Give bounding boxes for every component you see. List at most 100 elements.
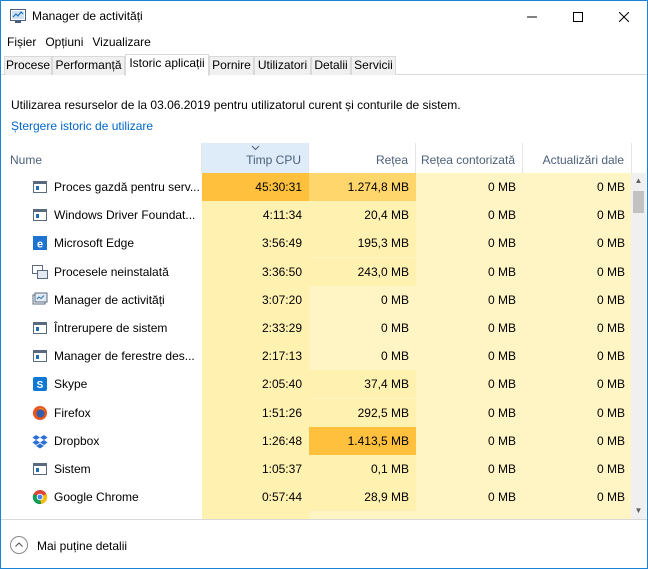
task-manager-icon <box>32 292 48 305</box>
window-manager-icon <box>33 350 47 363</box>
app-name: Firefox <box>54 405 91 420</box>
app-name-cell: Sistem <box>2 455 202 483</box>
table-row[interactable]: Manager de activități 3:07:20 0 MB 0 MB 0 MB <box>2 286 632 314</box>
app-name-cell: Windows Driver Foundat... <box>2 201 202 229</box>
network-cell: 292,5 MB <box>309 398 416 427</box>
sort-descending-icon <box>202 143 308 153</box>
system-interrupt-icon <box>33 322 47 334</box>
chevron-up-circle-icon[interactable] <box>10 536 28 554</box>
table-row[interactable]: Procesele neinstalată 3:36:50 243,0 MB 0 MB… <box>2 257 632 286</box>
metered-network-cell: 0 MB <box>487 377 516 392</box>
table-row[interactable]: e Microsoft Edge 3:56:49 195,3 MB 0 MB 0 MB <box>2 229 632 258</box>
skype-icon: S <box>33 377 47 392</box>
menu-bar: Fișier Opțiuni Vizualizare <box>1 32 647 52</box>
tab-app-history[interactable]: Istoric aplicații <box>125 54 209 76</box>
updates-cell: 0 MB <box>596 236 625 251</box>
metered-network-cell: 0 MB <box>487 433 516 448</box>
app-name: Google Chrome <box>54 490 139 505</box>
cpu-time-cell: 2:17:13 <box>261 349 302 364</box>
table-row[interactable]: Windows Driver Foundat... 4:11:34 20,4 MB 0… <box>2 201 632 230</box>
system-icon <box>33 463 47 475</box>
cpu-time-cell: 45:30:31 <box>202 173 309 201</box>
task-manager-window: Manager de activități Fișier Opțiuni Viz… <box>0 0 648 569</box>
metered-network-cell: 0 MB <box>487 264 516 279</box>
app-name-cell: Manager de ferestre des... <box>2 342 202 370</box>
minimize-icon <box>527 16 537 17</box>
app-name: Manager de ferestre des... <box>54 349 195 364</box>
cpu-time-cell: 1:26:48 <box>261 433 302 448</box>
cpu-time-cell: 4:11:34 <box>262 208 302 223</box>
app-name: Proces gazdă pentru serv... <box>54 180 200 194</box>
footer-bar: Mai puține detalii <box>1 519 647 568</box>
column-header-name[interactable]: Nume <box>2 143 202 173</box>
app-name: Skype <box>54 377 88 392</box>
maximize-button[interactable] <box>555 1 601 32</box>
column-header-network[interactable]: Rețea <box>309 143 416 173</box>
dropbox-icon <box>32 434 48 449</box>
cpu-time-cell: 2:05:40 <box>261 377 302 392</box>
updates-cell: 0 MB <box>596 405 625 420</box>
minimize-button[interactable] <box>509 1 555 32</box>
table-row[interactable]: Manager de ferestre des... 2:17:13 0 MB 0 M… <box>2 342 632 370</box>
app-name-cell: Google Chrome <box>2 483 202 511</box>
app-name: Întrerupere de sistem <box>54 321 168 335</box>
processes-icon <box>32 264 48 279</box>
network-cell: 0,1 MB <box>309 455 416 483</box>
table-row[interactable]: Google Chrome 0:57:44 28,9 MB 0 MB 0 MB <box>2 483 632 512</box>
column-header-cpu[interactable]: Timp CPU <box>202 143 309 173</box>
app-history-table: Nume Timp CPU Rețea Rețea contorizată Ac… <box>2 143 647 519</box>
network-cell: 0 MB <box>380 349 409 364</box>
column-header-metered[interactable]: Rețea contorizată <box>416 143 523 173</box>
menu-view[interactable]: Vizualizare <box>89 35 153 49</box>
network-cell: 195,3 MB <box>309 229 416 258</box>
updates-cell: 0 MB <box>596 490 625 505</box>
tab-services[interactable]: Servicii <box>351 56 396 75</box>
menu-options[interactable]: Opțiuni <box>42 35 86 49</box>
tab-strip: Procese Performanță Istoric aplicații Po… <box>1 54 647 76</box>
tab-processes[interactable]: Procese <box>4 56 52 75</box>
window-title: Manager de activități <box>32 9 143 23</box>
host-process-icon <box>33 181 47 193</box>
network-cell: 20,4 MB <box>309 201 416 230</box>
metered-network-cell: 0 MB <box>487 462 516 476</box>
task-manager-app-icon <box>10 9 26 23</box>
svg-text:e: e <box>37 239 43 251</box>
app-name: Dropbox <box>54 433 100 448</box>
tab-details[interactable]: Detalii <box>311 56 351 75</box>
maximize-icon <box>573 11 583 22</box>
title-bar[interactable]: Manager de activități <box>1 1 647 32</box>
fewer-details-button[interactable]: Mai puține detalii <box>37 539 127 553</box>
metered-network-cell: 0 MB <box>487 208 516 223</box>
tab-startup[interactable]: Pornire <box>209 56 254 75</box>
scroll-down-arrow-icon[interactable]: ▼ <box>631 503 646 519</box>
app-name-cell: Proces gazdă pentru serv... <box>2 173 202 201</box>
network-cell: 28,9 MB <box>309 483 416 512</box>
scrollbar-thumb[interactable] <box>633 191 644 213</box>
table-row[interactable]: Sistem 1:05:37 0,1 MB 0 MB 0 MB <box>2 455 632 483</box>
close-icon <box>619 11 629 22</box>
firefox-icon <box>33 405 47 420</box>
delete-usage-history-link[interactable]: Ștergere istoric de utilizare <box>11 119 153 133</box>
scroll-up-arrow-icon[interactable]: ▲ <box>631 173 646 189</box>
table-row[interactable]: Firefox 1:51:26 292,5 MB 0 MB 0 MB <box>2 398 632 427</box>
edge-icon: e <box>33 236 47 251</box>
menu-file[interactable]: Fișier <box>4 35 39 49</box>
network-cell: 0 MB <box>380 292 409 307</box>
column-header-network-label: Rețea <box>375 153 408 167</box>
close-button[interactable] <box>601 1 647 32</box>
column-header-updates[interactable]: Actualizări dale <box>523 143 632 173</box>
table-row[interactable]: Proces gazdă pentru serv... 45:30:31 1.274… <box>2 173 632 201</box>
metered-network-cell: 0 MB <box>487 180 516 194</box>
vertical-scrollbar[interactable]: ▲ ▼ <box>631 173 646 519</box>
updates-cell: 0 MB <box>596 180 625 194</box>
updates-cell: 0 MB <box>596 462 625 476</box>
updates-cell: 0 MB <box>596 208 625 223</box>
metered-network-cell: 0 MB <box>487 321 516 335</box>
table-row[interactable]: Dropbox 1:26:48 1.413,5 MB 0 MB 0 MB <box>2 426 632 455</box>
updates-cell: 0 MB <box>596 292 625 307</box>
table-row[interactable]: S Skype 2:05:40 37,4 MB 0 MB 0 MB <box>2 370 632 399</box>
tab-performance[interactable]: Performanță <box>52 56 125 75</box>
tab-users[interactable]: Utilizatori <box>254 56 311 75</box>
table-row[interactable]: Întrerupere de sistem 2:33:29 0 MB 0 MB 0 MB <box>2 314 632 342</box>
chrome-icon <box>32 490 48 505</box>
